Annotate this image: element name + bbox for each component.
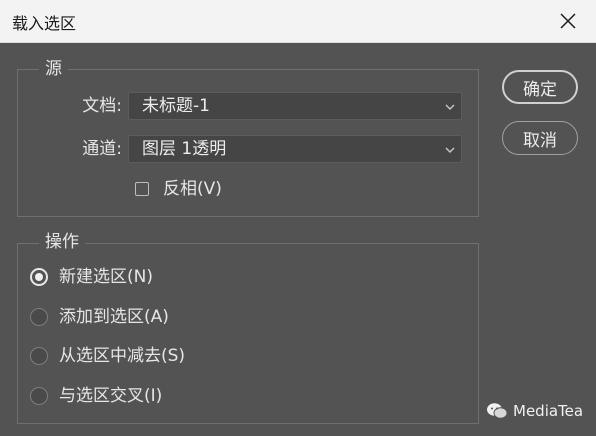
radio-intersect-selection[interactable] (30, 387, 48, 405)
watermark-text: MediaTea (513, 402, 584, 420)
chevron-down-icon (444, 102, 456, 112)
option-label[interactable]: 从选区中减去(S) (59, 346, 185, 366)
invert-checkbox[interactable] (135, 182, 149, 196)
channel-value: 图层 1透明 (142, 139, 227, 159)
document-label: 文档: (82, 96, 122, 116)
operation-legend: 操作 (39, 232, 85, 252)
document-select[interactable]: 未标题-1 (128, 92, 462, 120)
channel-select[interactable]: 图层 1透明 (128, 135, 462, 163)
close-icon (560, 13, 576, 29)
source-legend: 源 (39, 59, 68, 79)
option-label[interactable]: 与选区交叉(I) (59, 386, 162, 406)
invert-label[interactable]: 反相(V) (163, 179, 222, 199)
watermark: MediaTea (486, 400, 583, 422)
cancel-button[interactable]: 取消 (502, 121, 578, 155)
chevron-down-icon (444, 145, 456, 155)
option-label[interactable]: 添加到选区(A) (59, 307, 169, 327)
option-label[interactable]: 新建选区(N) (59, 267, 153, 287)
document-value: 未标题-1 (142, 96, 210, 116)
dialog-title: 载入选区 (12, 14, 77, 33)
channel-label: 通道: (82, 139, 122, 159)
close-button[interactable] (554, 7, 582, 35)
radio-new-selection[interactable] (30, 268, 48, 286)
radio-add-to-selection[interactable] (30, 308, 48, 326)
ok-button[interactable]: 确定 (502, 70, 578, 104)
radio-subtract-from-selection[interactable] (30, 347, 48, 365)
wechat-icon (486, 402, 508, 420)
title-bar: 载入选区 (0, 0, 596, 43)
